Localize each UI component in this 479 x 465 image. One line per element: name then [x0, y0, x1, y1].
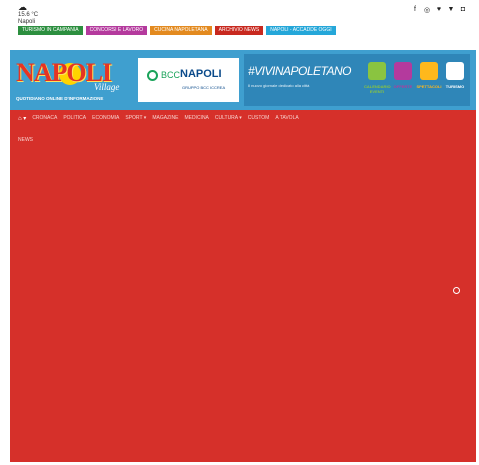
- bcc-name: NAPOLI: [180, 68, 222, 80]
- site-logo[interactable]: NAPOLI Village QUOTIDIANO ONLINE D'INFOR…: [16, 58, 131, 103]
- top-bar: ☁ 15.6 °C Napoli f ◎ ♥ ▼ ◘ TURISMO IN CA…: [0, 0, 479, 38]
- social-links: f ◎ ♥ ▼ ◘: [411, 6, 467, 14]
- vivi-item-label: TURISMO: [445, 84, 465, 89]
- logo-sub: Village: [94, 82, 120, 92]
- vivi-item-label: SPETTACOLI: [416, 84, 442, 89]
- dropdown-icon[interactable]: ▼: [447, 6, 455, 14]
- bcc-ad[interactable]: BCC NAPOLI GRUPPO BCC ICCREA: [138, 58, 239, 102]
- theater-icon[interactable]: [420, 62, 438, 80]
- category-jobs[interactable]: CONCORSI E LAVORO: [85, 26, 148, 35]
- vivi-item-label: CALENDARIO EVENTI: [364, 84, 391, 94]
- nav-item-medicina[interactable]: MEDICINA: [184, 115, 208, 122]
- main-navigation: ⌂ ▾ CRONACA POLITICA ECONOMIA SPORT ▾ MA…: [10, 110, 476, 150]
- vivi-item-label: OFFERTE: [393, 84, 413, 89]
- category-archive[interactable]: ARCHIVIO NEWS: [214, 26, 264, 35]
- category-history[interactable]: NAPOLI - ACCADDE OGGI: [266, 26, 336, 35]
- weather-city: Napoli: [18, 19, 36, 25]
- home-icon[interactable]: ⌂ ▾: [18, 115, 26, 122]
- logo-tagline: QUOTIDIANO ONLINE D'INFORMAZIONE: [16, 96, 104, 101]
- category-tourism[interactable]: TURISMO IN CAMPANIA: [18, 26, 83, 35]
- nav-item-economia[interactable]: ECONOMIA: [92, 115, 119, 122]
- bcc-subtitle: GRUPPO BCC ICCREA: [182, 85, 226, 90]
- nav-item-sport[interactable]: SPORT ▾: [125, 115, 146, 122]
- vivi-title: #VIVINAPOLETANO: [248, 64, 351, 78]
- nav-row: ⌂ ▾ CRONACA POLITICA ECONOMIA SPORT ▾ MA…: [18, 115, 299, 122]
- vivi-caption: Il nuovo giornale dedicato alla città: [248, 83, 310, 88]
- nav-item-politica[interactable]: POLITICA: [63, 115, 86, 122]
- offers-icon[interactable]: [394, 62, 412, 80]
- weather-widget[interactable]: ☁ 15.6 °C Napoli: [18, 3, 38, 26]
- calendar-icon[interactable]: [368, 62, 386, 80]
- nav-item-cronaca[interactable]: CRONACA: [32, 115, 57, 122]
- bcc-brand: BCC: [161, 70, 181, 80]
- category-cooking[interactable]: CUCINA NAPOLETANA: [150, 26, 212, 35]
- cloud-icon: ☁: [18, 2, 27, 12]
- nav-item-cultura[interactable]: CULTURA ▾: [215, 115, 242, 122]
- header-banner: NAPOLI Village QUOTIDIANO ONLINE D'INFOR…: [10, 50, 476, 110]
- category-links: TURISMO IN CAMPANIA CONCORSI E LAVORO CU…: [18, 26, 336, 35]
- loading-spinner-icon: [453, 287, 460, 294]
- vivinapoletano-ad[interactable]: #VIVINAPOLETANO Il nuovo giornale dedica…: [244, 54, 470, 106]
- content-area: [10, 150, 476, 462]
- bcc-ring-icon: [147, 70, 158, 81]
- nav-item-news[interactable]: NEWS: [18, 137, 33, 143]
- nav-item-a-tavola[interactable]: A TAVOLA: [275, 115, 298, 122]
- heart-icon[interactable]: ♥: [435, 6, 443, 14]
- boat-icon[interactable]: [446, 62, 464, 80]
- instagram-icon[interactable]: ◎: [423, 6, 431, 14]
- weather-temp: 15.6 °C: [18, 12, 39, 18]
- nav-item-custom[interactable]: CUSTOM: [248, 115, 270, 122]
- nav-item-magazine[interactable]: MAGAZINE: [152, 115, 178, 122]
- facebook-icon[interactable]: f: [411, 6, 419, 14]
- video-icon[interactable]: ◘: [459, 6, 467, 14]
